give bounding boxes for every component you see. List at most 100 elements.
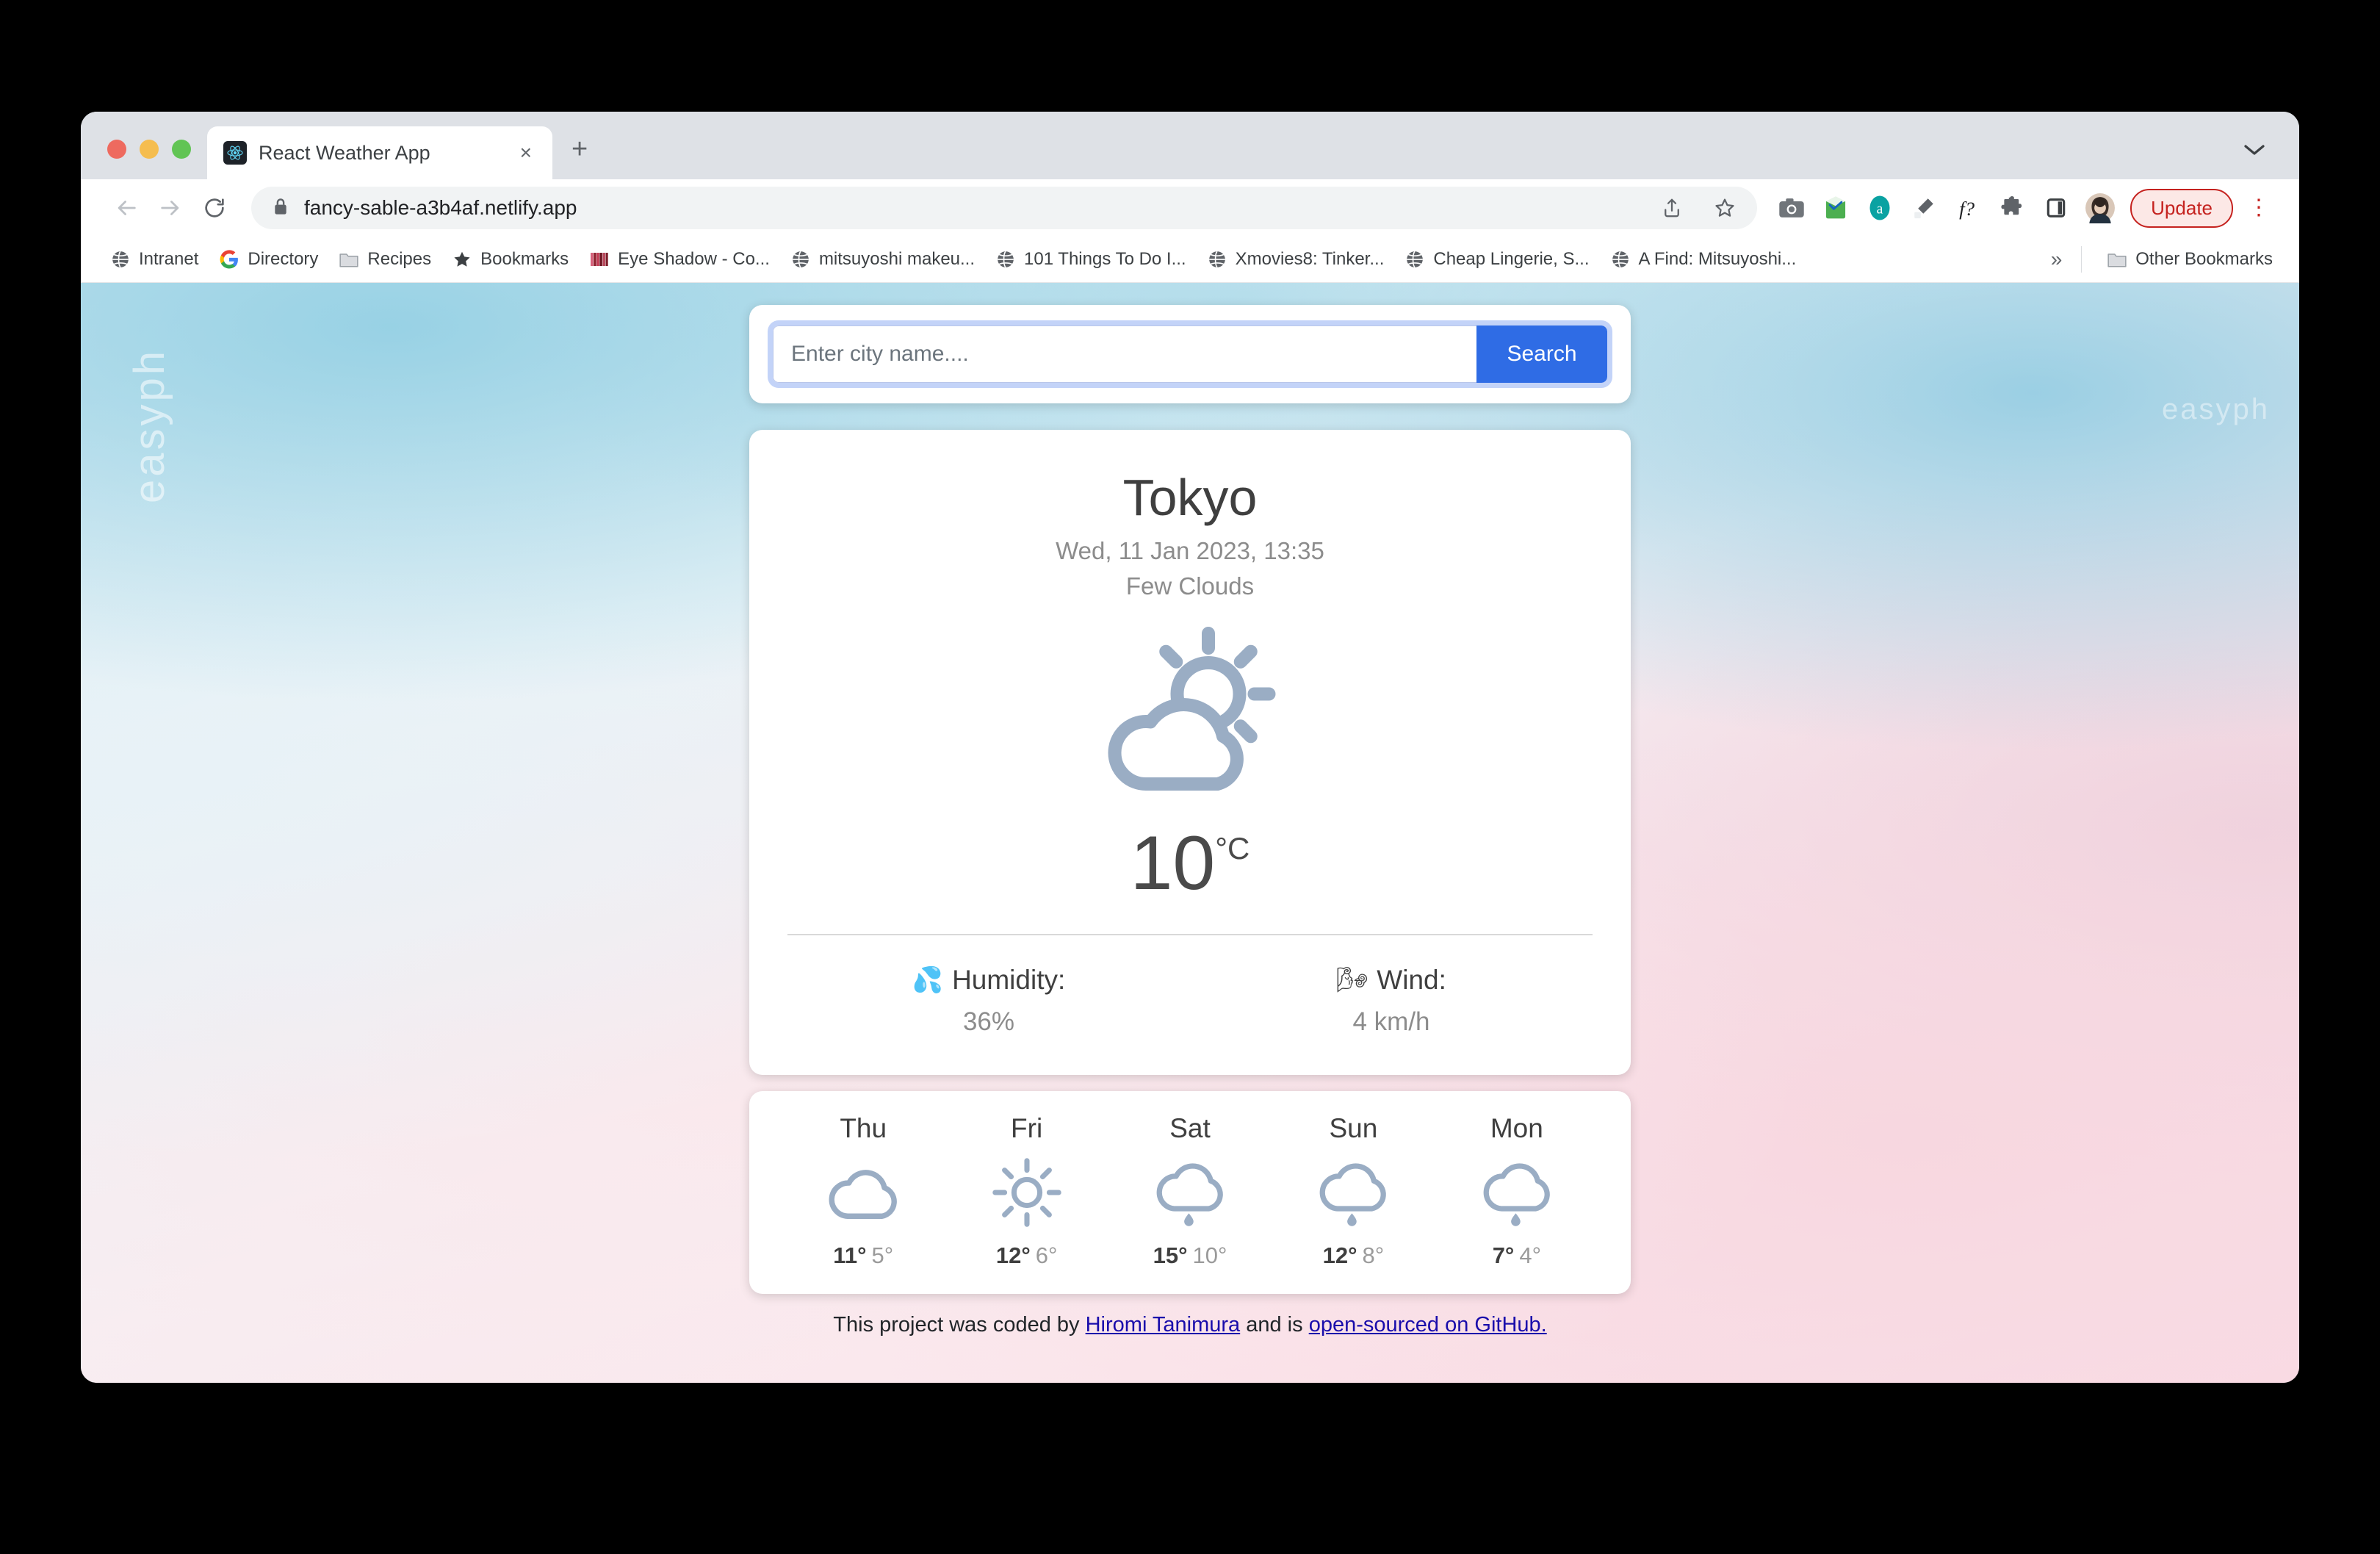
share-icon[interactable]	[1653, 189, 1691, 227]
sun-icon	[945, 1148, 1108, 1237]
close-tab-icon[interactable]: ×	[513, 143, 539, 163]
forecast-day-name: Mon	[1490, 1113, 1543, 1143]
globe-icon	[995, 249, 1016, 270]
forecast-min: 4°	[1519, 1242, 1541, 1268]
forecast-day-name: Fri	[1011, 1113, 1043, 1143]
temperature-value: 10	[1130, 821, 1216, 906]
address-bar[interactable]: fancy-sable-a3b4af.netlify.app	[251, 187, 1758, 229]
page-viewport: easyph easyph Search Tokyo Wed, 11 Jan 2…	[81, 283, 2299, 1383]
back-button[interactable]	[106, 187, 147, 229]
minimize-window-button[interactable]	[140, 140, 159, 159]
bookmark-item[interactable]: Eye Shadow - Co...	[580, 245, 779, 274]
browser-toolbar: fancy-sable-a3b4af.netlify.app a f? Upda…	[81, 179, 2299, 237]
humidity-label: Humidity:	[952, 965, 1066, 995]
f-question-icon[interactable]: f?	[1951, 191, 1985, 225]
globe-icon	[790, 249, 811, 270]
bookmark-star-icon[interactable]	[1706, 189, 1744, 227]
bookmark-label: 101 Things To Do I...	[1024, 249, 1186, 269]
stripes-icon	[589, 249, 610, 270]
google-g-icon	[219, 249, 239, 270]
bookmark-item[interactable]: mitsuyoshi makeu...	[782, 245, 984, 274]
bookmark-item[interactable]: Xmovies8: Tinker...	[1198, 245, 1393, 274]
bookmark-item[interactable]: Bookmarks	[443, 245, 577, 274]
forecast-max: 15°	[1153, 1242, 1188, 1268]
footer: This project was coded by Hiromi Tanimur…	[749, 1313, 1631, 1352]
grammarly-icon[interactable]	[1819, 191, 1853, 225]
search-form: Search	[773, 325, 1607, 383]
bookmark-item[interactable]: A Find: Mitsuyoshi...	[1601, 245, 1806, 274]
svg-text:f?: f?	[1959, 198, 1975, 220]
a-circle-icon[interactable]: a	[1863, 191, 1897, 225]
forecast-card: Thu 11° 5° Fri 12° 6° Sat 15° 10° Sun 12° 8° Mon 7° 4°	[749, 1091, 1631, 1294]
bookmark-label: mitsuyoshi makeu...	[818, 249, 976, 269]
chevron-down-icon[interactable]	[2243, 143, 2265, 160]
globe-icon	[110, 249, 131, 270]
globe-icon	[1207, 249, 1227, 270]
maximize-window-button[interactable]	[172, 140, 191, 159]
react-logo-icon	[223, 141, 247, 165]
bookmark-item[interactable]: Intranet	[101, 245, 207, 274]
current-weather-card: Tokyo Wed, 11 Jan 2023, 13:35 Few Clouds	[749, 430, 1631, 1075]
forecast-day: Mon 7° 4°	[1435, 1113, 1598, 1269]
forecast-temps: 12° 8°	[1272, 1242, 1435, 1269]
bookmark-label: Xmovies8: Tinker...	[1235, 249, 1385, 269]
search-input[interactable]	[773, 325, 1476, 383]
forecast-temps: 15° 10°	[1108, 1242, 1272, 1269]
browser-menu-icon[interactable]: ⋮	[2236, 197, 2279, 219]
star-icon	[452, 249, 472, 270]
close-window-button[interactable]	[107, 140, 126, 159]
weather-details: 💦 Humidity: 36% 🌬 Wind: 4 km/h	[787, 965, 1593, 1037]
forecast-day: Sat 15° 10°	[1108, 1113, 1272, 1269]
bookmark-label: Directory	[248, 249, 319, 269]
forecast-temps: 12° 6°	[945, 1242, 1108, 1269]
window-traffic-lights	[81, 140, 207, 179]
eyedropper-icon[interactable]	[1907, 191, 1941, 225]
forecast-temps: 11° 5°	[782, 1242, 945, 1269]
forecast-max: 12°	[995, 1242, 1031, 1268]
new-tab-button[interactable]: +	[571, 135, 588, 163]
forecast-max: 12°	[1322, 1242, 1357, 1268]
footer-middle: and is	[1240, 1313, 1309, 1337]
puzzle-extensions-icon[interactable]	[1995, 191, 2029, 225]
bookmarks-bar: Intranet Directory Recipes Bookmarks Eye Sha…	[81, 237, 2299, 283]
folder-icon	[2107, 249, 2127, 270]
bookmark-item[interactable]: Directory	[210, 245, 327, 274]
profile-avatar[interactable]	[2083, 191, 2117, 225]
bookmark-item[interactable]: Recipes	[330, 245, 440, 274]
cloud-icon	[782, 1148, 945, 1237]
watermark-right: easyph	[2162, 393, 2270, 425]
rain-icon	[1272, 1148, 1435, 1237]
forecast-day-name: Sat	[1169, 1113, 1211, 1143]
forecast-min: 6°	[1035, 1242, 1058, 1268]
other-bookmarks-button[interactable]: Other Bookmarks	[2098, 245, 2282, 274]
humidity-droplets-icon: 💦	[912, 966, 944, 994]
forward-button[interactable]	[150, 187, 191, 229]
github-link[interactable]: open-sourced on GitHub.	[1309, 1313, 1547, 1337]
svg-text:a: a	[1877, 202, 1883, 217]
reload-button[interactable]	[194, 187, 235, 229]
bookmark-item[interactable]: 101 Things To Do I...	[987, 245, 1195, 274]
bookmark-label: Recipes	[367, 249, 432, 269]
forecast-day-name: Thu	[840, 1113, 887, 1143]
bookmark-item[interactable]: Cheap Lingerie, S...	[1396, 245, 1598, 274]
forecast-day-name: Sun	[1329, 1113, 1378, 1143]
tab-title: React Weather App	[259, 141, 430, 164]
camera-icon[interactable]	[1775, 191, 1809, 225]
weather-app: Search Tokyo Wed, 11 Jan 2023, 13:35 Few…	[749, 283, 1631, 1352]
search-button[interactable]: Search	[1476, 325, 1607, 383]
url-text: fancy-sable-a3b4af.netlify.app	[304, 196, 577, 219]
forecast-day: Thu 11° 5°	[782, 1113, 945, 1269]
side-panel-icon[interactable]	[2039, 191, 2073, 225]
browser-tab[interactable]: React Weather App ×	[207, 126, 552, 179]
bookmark-label: Cheap Lingerie, S...	[1433, 249, 1590, 269]
forecast-min: 5°	[871, 1242, 894, 1268]
other-bookmarks-label: Other Bookmarks	[2135, 249, 2273, 269]
footer-prefix: This project was coded by	[833, 1313, 1086, 1337]
author-link[interactable]: Hiromi Tanimura	[1086, 1313, 1241, 1337]
city-name: Tokyo	[1122, 469, 1258, 526]
bookmarks-overflow-button[interactable]: »	[2035, 248, 2079, 271]
search-card: Search	[749, 305, 1631, 403]
update-button[interactable]: Update	[2130, 188, 2233, 228]
rain-icon	[1435, 1148, 1598, 1237]
forecast-max: 7°	[1492, 1242, 1515, 1268]
